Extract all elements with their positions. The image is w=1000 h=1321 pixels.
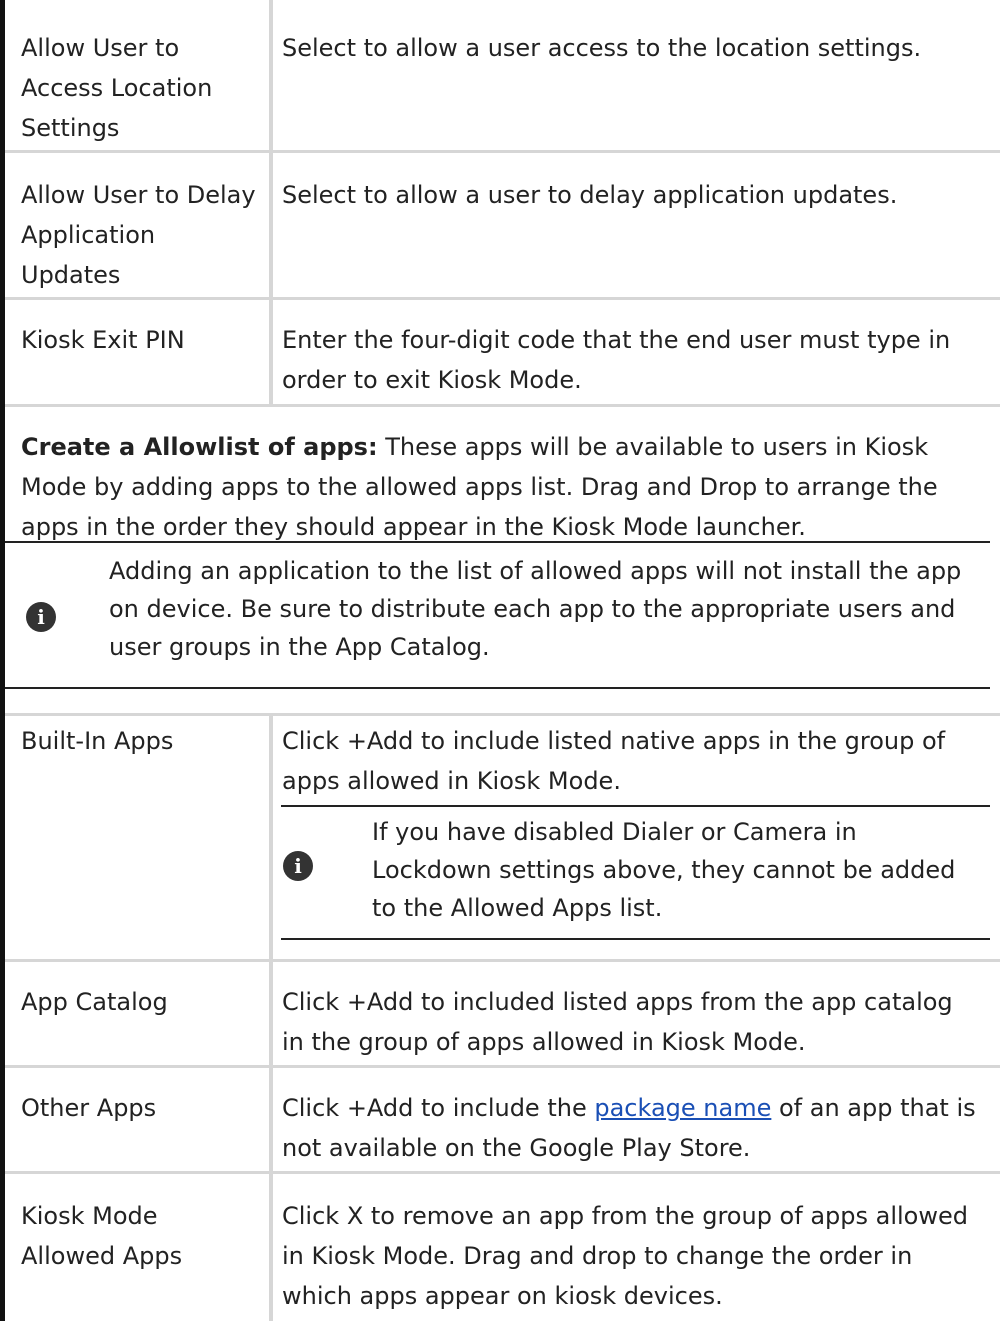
table-row: Built-In Apps Click +Add to include list… xyxy=(5,716,1000,962)
package-name-link[interactable]: package name xyxy=(594,1094,771,1122)
note-top-rule xyxy=(281,805,990,807)
setting-name: Allow User to Access Location Settings xyxy=(21,34,213,142)
setting-description: Click +Add to included listed apps from … xyxy=(282,988,953,1056)
settings-table: Allow User to Access Location Settings S… xyxy=(0,0,1000,1321)
table-row: Allow User to Delay Application Updates … xyxy=(5,153,1000,300)
note-bottom-rule xyxy=(5,687,990,689)
column-divider xyxy=(269,1174,273,1321)
allowlist-section: Create a Allowlist of apps: These apps w… xyxy=(5,407,1000,716)
info-icon: i xyxy=(283,851,313,881)
allowlist-note: Adding an application to the list of all… xyxy=(109,557,962,661)
setting-description: Click X to remove an app from the group … xyxy=(282,1202,968,1310)
setting-name: App Catalog xyxy=(21,988,168,1016)
table-row: Kiosk Exit PIN Enter the four-digit code… xyxy=(5,300,1000,407)
info-icon: i xyxy=(26,602,56,632)
setting-name: Kiosk Exit PIN xyxy=(21,326,185,354)
column-divider xyxy=(269,300,273,404)
column-divider xyxy=(269,962,273,1065)
setting-name: Other Apps xyxy=(21,1094,157,1122)
description-text: Click +Add to include the xyxy=(282,1094,595,1122)
setting-description: Enter the four-digit code that the end u… xyxy=(282,326,951,394)
setting-description: Click +Add to include the package name o… xyxy=(282,1088,982,1168)
setting-description: Select to allow a user to delay applicat… xyxy=(282,181,898,209)
table-row: Kiosk Mode Allowed Apps Click X to remov… xyxy=(5,1174,1000,1321)
table-row: Other Apps Click +Add to include the pac… xyxy=(5,1068,1000,1174)
setting-name: Kiosk Mode Allowed Apps xyxy=(21,1202,183,1270)
allowlist-heading: Create a Allowlist of apps: xyxy=(21,433,378,461)
column-divider xyxy=(269,0,273,150)
setting-description: Select to allow a user access to the loc… xyxy=(282,34,922,62)
built-in-apps-note: If you have disabled Dialer or Camera in… xyxy=(372,818,956,922)
note-top-rule xyxy=(5,541,990,543)
table-row: App Catalog Click +Add to included liste… xyxy=(5,962,1000,1068)
allowlist-paragraph: Create a Allowlist of apps: These apps w… xyxy=(21,427,996,547)
setting-name: Allow User to Delay Application Updates xyxy=(21,181,256,289)
column-divider xyxy=(269,153,273,297)
column-divider xyxy=(269,1068,273,1171)
setting-name: Built-In Apps xyxy=(21,727,174,755)
setting-description: Click +Add to include listed native apps… xyxy=(282,727,946,795)
table-row: Allow User to Access Location Settings S… xyxy=(5,0,1000,153)
note-bottom-rule xyxy=(281,938,990,940)
column-divider xyxy=(269,716,273,959)
